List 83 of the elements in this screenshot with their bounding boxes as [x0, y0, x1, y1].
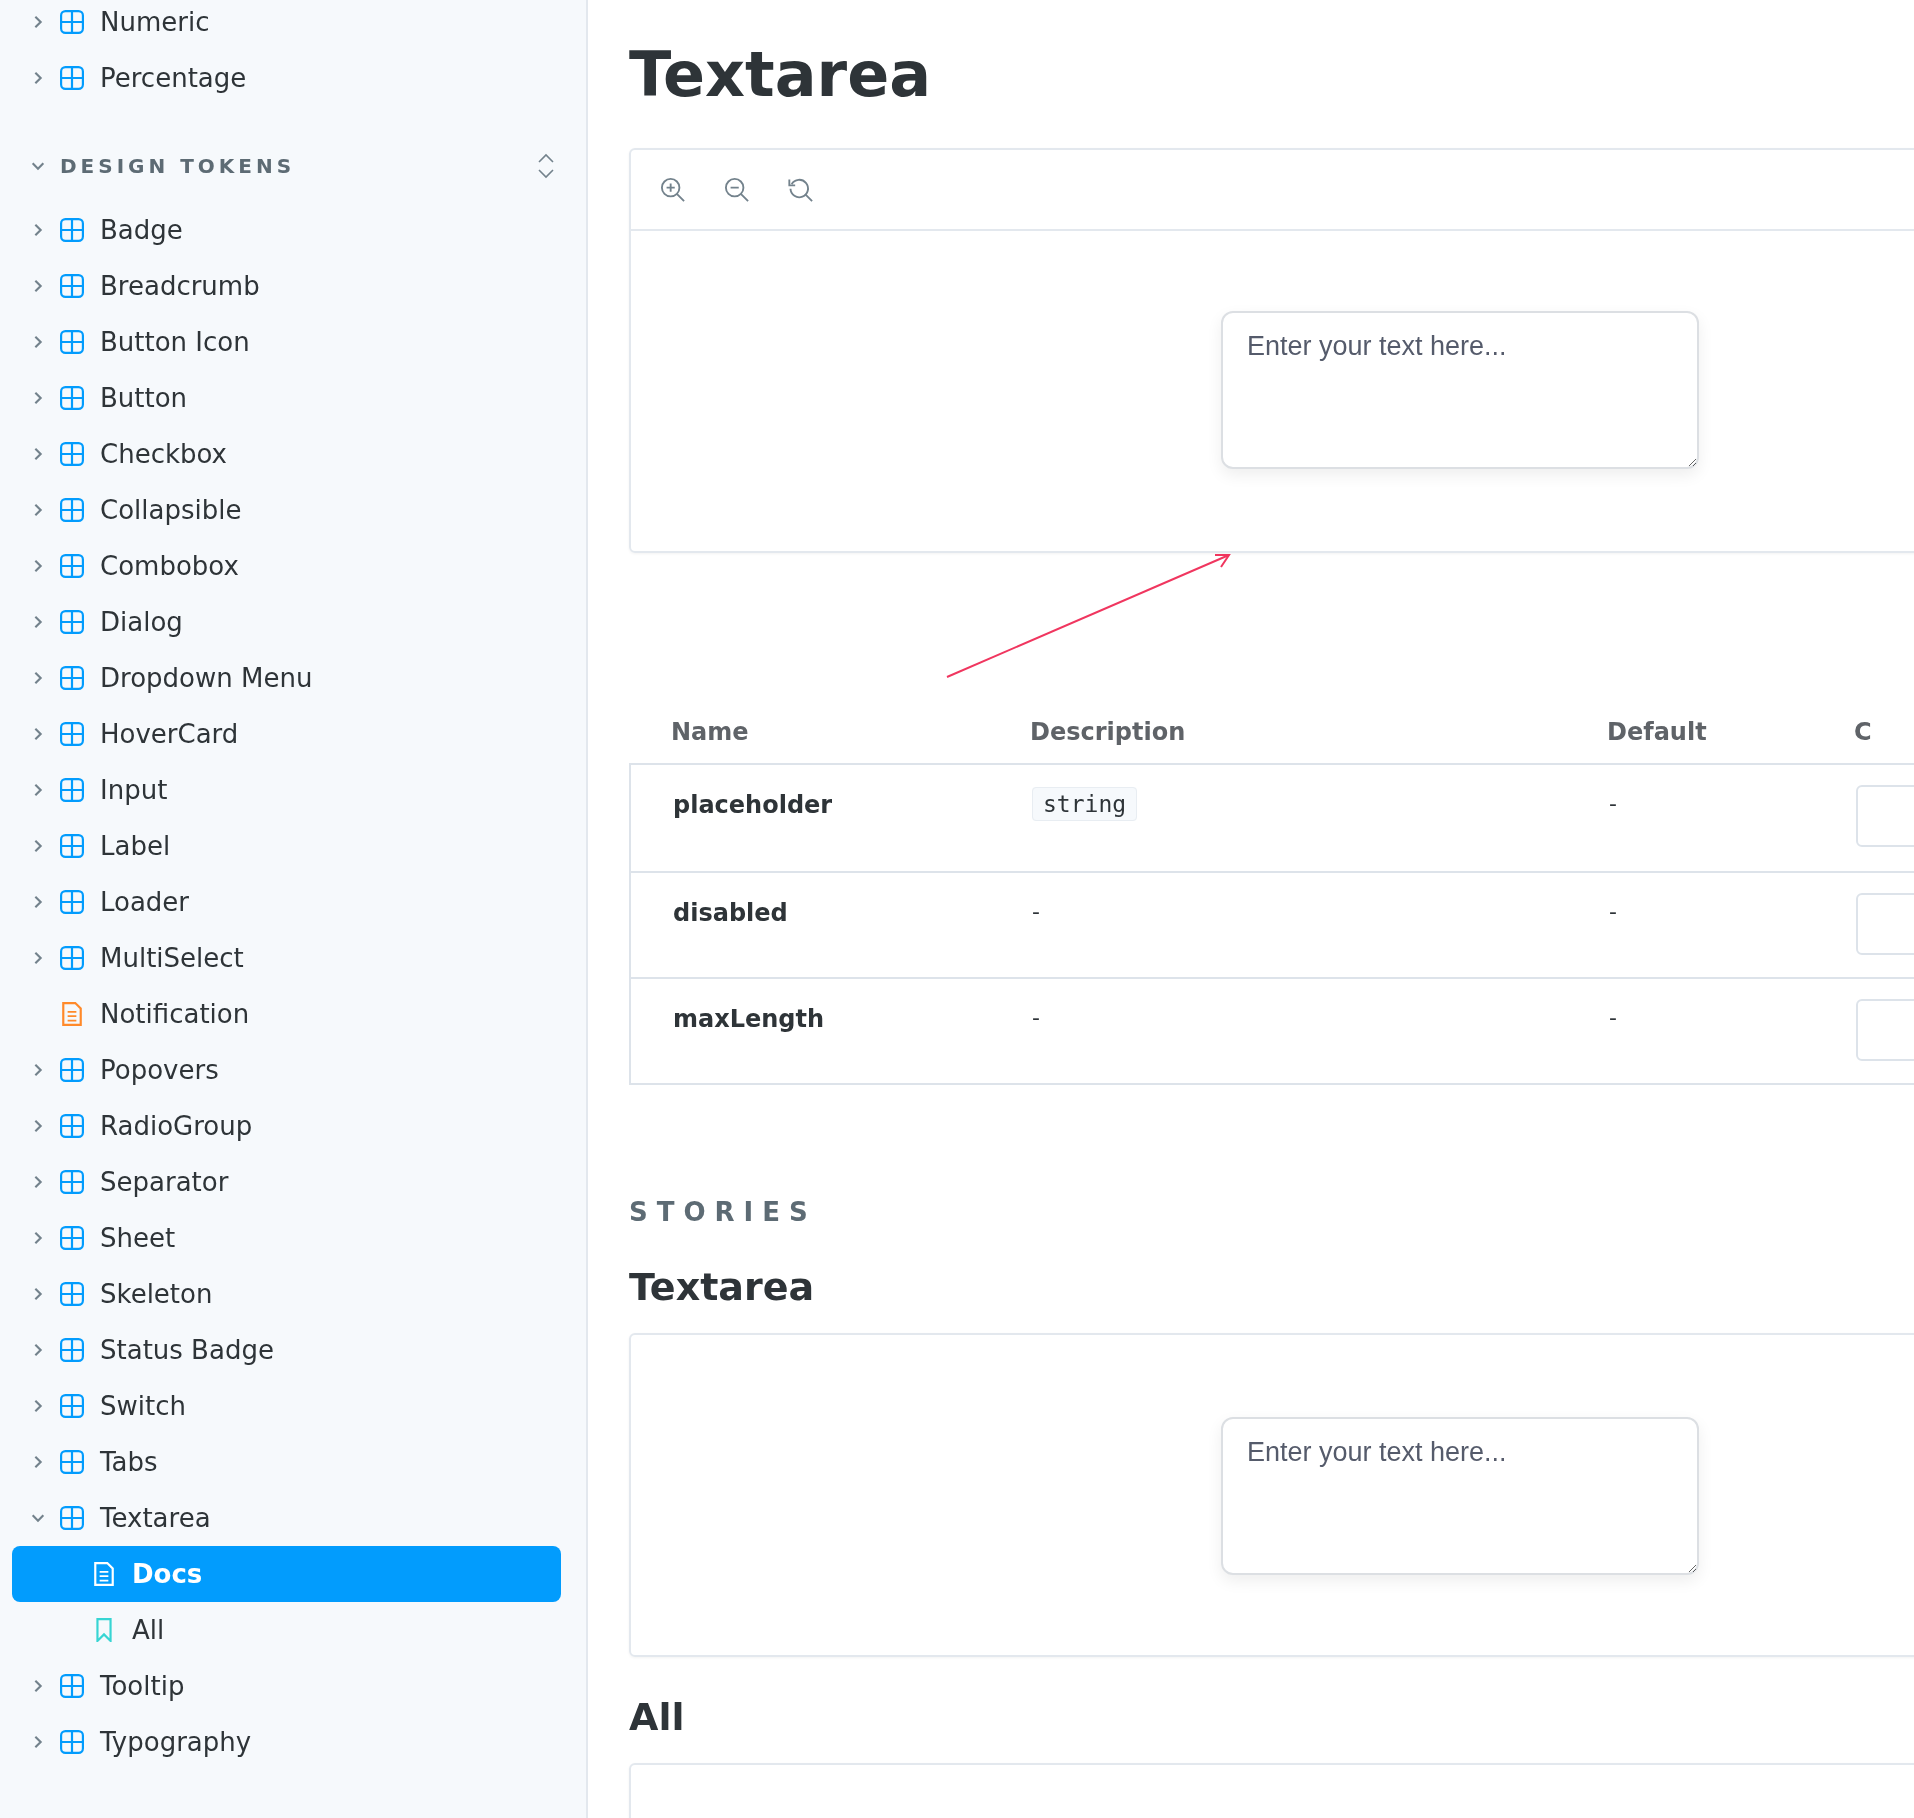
table-cell-text: -	[1609, 899, 1618, 925]
grid-icon	[60, 10, 84, 34]
grid-icon	[60, 722, 84, 746]
sidebar-item[interactable]: RadioGroup	[12, 1098, 561, 1154]
grid-icon	[60, 1282, 84, 1306]
grid-icon	[60, 1674, 84, 1698]
sidebar-item[interactable]: Combobox	[12, 538, 561, 594]
grid-icon	[60, 1394, 84, 1418]
grid-icon	[60, 1226, 84, 1250]
table-cell-text: -	[1609, 1005, 1618, 1031]
sidebar-item[interactable]: Popovers	[12, 1042, 561, 1098]
sidebar-item[interactable]: Loader	[12, 874, 561, 930]
control-field[interactable]	[1856, 785, 1914, 848]
sidebar-item[interactable]: Percentage	[12, 50, 561, 106]
story-title: Textarea	[629, 1265, 816, 1310]
sidebar-item[interactable]: Input	[12, 762, 561, 818]
document-icon	[92, 1562, 116, 1586]
section-label: STORIES	[629, 1197, 818, 1228]
sidebar-item[interactable]: All	[12, 1602, 561, 1658]
grid-icon	[60, 1114, 84, 1138]
grid-icon	[60, 1450, 84, 1474]
story-title: All	[629, 1695, 686, 1740]
grid-icon	[60, 1058, 84, 1082]
grid-icon	[60, 1170, 84, 1194]
sidebar-item[interactable]: Notification	[12, 986, 561, 1042]
sidebar-item[interactable]: Sheet	[12, 1210, 561, 1266]
grid-icon	[60, 778, 84, 802]
grid-icon	[60, 1338, 84, 1362]
sidebar-item[interactable]: Breadcrumb	[12, 258, 561, 314]
document-icon	[60, 1002, 84, 1026]
sidebar-item[interactable]: Collapsible	[12, 482, 561, 538]
column-header: Description	[1030, 718, 1187, 747]
table-cell-text: disabled	[672, 899, 789, 928]
grid-icon	[60, 834, 84, 858]
grid-icon	[60, 274, 84, 298]
grid-icon	[60, 890, 84, 914]
sidebar-item[interactable]: Button Icon	[12, 314, 561, 370]
text-area[interactable]: Enter your text here...	[1221, 311, 1699, 470]
sidebar-item[interactable]: Dropdown Menu	[12, 650, 561, 706]
control-field[interactable]	[1856, 999, 1914, 1062]
table-cell-text: -	[1609, 791, 1618, 817]
table-cell-text: placeholder	[672, 791, 834, 820]
grid-icon	[60, 498, 84, 522]
grid-icon	[60, 330, 84, 354]
zoom-in-icon[interactable]	[659, 175, 687, 204]
grid-icon	[60, 386, 84, 410]
sidebar-item[interactable]: Separator	[12, 1154, 561, 1210]
sidebar-item[interactable]: Dialog	[12, 594, 561, 650]
section-header[interactable]: DESIGN TOKENS	[12, 138, 561, 194]
grid-icon	[60, 66, 84, 90]
type-tag: string	[1032, 787, 1138, 822]
sidebar-item[interactable]: Typography	[12, 1714, 561, 1770]
sidebar-item[interactable]: Numeric	[12, 0, 561, 50]
page-title: Textarea	[629, 38, 933, 113]
sidebar-item[interactable]: Button	[12, 370, 561, 426]
sidebar-item[interactable]: HoverCard	[12, 706, 561, 762]
sidebar-item[interactable]: Tooltip	[12, 1658, 561, 1714]
sidebar-item[interactable]: Badge	[12, 202, 561, 258]
grid-icon	[60, 610, 84, 634]
sidebar-item[interactable]: Textarea	[12, 1490, 561, 1546]
grid-icon	[60, 666, 84, 690]
grid-icon	[60, 442, 84, 466]
grid-icon	[60, 946, 84, 970]
grid-icon	[60, 1506, 84, 1530]
sidebar-item[interactable]: Tabs	[12, 1434, 561, 1490]
table-cell: -	[1032, 899, 1040, 925]
column-header: Default	[1607, 718, 1708, 747]
sidebar-item[interactable]: Switch	[12, 1378, 561, 1434]
text-area[interactable]: Enter your text here...	[1221, 1417, 1699, 1576]
grid-icon	[60, 1730, 84, 1754]
table-cell: -	[1032, 1005, 1040, 1031]
sidebar-item[interactable]: Status Badge	[12, 1322, 561, 1378]
zoom-out-icon[interactable]	[723, 175, 751, 204]
sidebar-item[interactable]: Label	[12, 818, 561, 874]
grid-icon	[60, 554, 84, 578]
column-header: Name	[670, 718, 750, 747]
table-cell-text: maxLength	[672, 1005, 826, 1034]
control-field[interactable]	[1856, 893, 1914, 956]
sidebar-item[interactable]: Checkbox	[12, 426, 561, 482]
column-header: C	[1854, 718, 1873, 747]
sidebar-item[interactable]: MultiSelect	[12, 930, 561, 986]
grid-icon	[60, 218, 84, 242]
sidebar-item[interactable]: Skeleton	[12, 1266, 561, 1322]
